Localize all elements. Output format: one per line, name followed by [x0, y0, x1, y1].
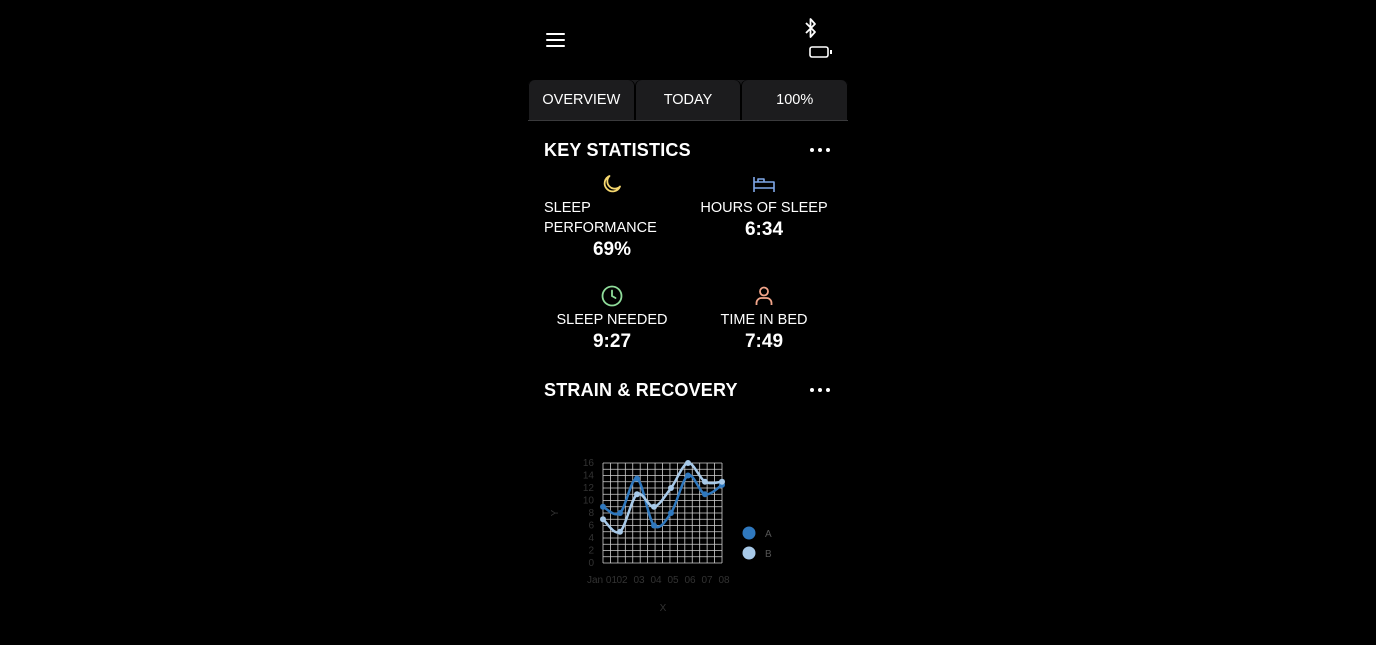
x-tick-label: Jan 01 — [587, 575, 617, 586]
y-tick-label: 6 — [588, 521, 594, 532]
stat-label-line2: PERFORMANCE — [544, 220, 657, 236]
data-point-B — [668, 485, 674, 491]
y-axis-label: Y — [550, 509, 561, 516]
y-tick-label: 0 — [588, 558, 594, 569]
line-chart: 0246810121416Jan 01 02 03 04 05 06 07 08XYAB — [550, 458, 772, 614]
tab-today[interactable]: TODAY — [634, 80, 742, 120]
y-tick-label: 2 — [588, 546, 594, 557]
x-tick-label: 05 — [667, 575, 679, 586]
clock-icon — [601, 285, 623, 307]
data-point-B — [600, 516, 606, 523]
x-axis-label: X — [660, 603, 667, 614]
strain-recovery-chart: 0 2 4 6 8 10 12 14 16 Jan 01 02 03 04 05 06 07 08 X Y A B — [528, 430, 848, 620]
stat-label: SLEEP NEEDED — [556, 312, 668, 328]
y-tick-label: 10 — [583, 496, 595, 507]
stat-value: 6:34 — [744, 219, 784, 240]
data-point-A — [651, 522, 657, 529]
legend-marker-A — [742, 526, 756, 540]
data-point-A — [668, 510, 674, 516]
data-point-A — [702, 491, 708, 498]
stat-value: 9:27 — [592, 331, 632, 352]
stat-hours-of-sleep: HOURS OF SLEEP 6:34 — [689, 172, 839, 242]
key-statistics-title: KEY STATISTICS — [544, 140, 691, 160]
top-bar — [528, 0, 848, 78]
moon-icon — [603, 175, 621, 193]
x-tick-label: 07 — [701, 575, 713, 586]
bluetooth-icon[interactable] — [804, 16, 818, 40]
x-tick-label: 02 — [616, 575, 628, 586]
y-tick-label: 16 — [583, 458, 595, 469]
stat-label-line1: SLEEP — [544, 200, 591, 216]
tab-overview[interactable]: OVERVIEW — [528, 80, 635, 120]
y-tick-label: 12 — [583, 483, 595, 494]
strain-recovery-more-icon[interactable] — [810, 388, 830, 394]
data-point-A — [634, 475, 640, 482]
stat-label: TIME IN BED — [720, 312, 808, 328]
stat-sleep-needed: SLEEP NEEDED 9:27 — [537, 284, 687, 354]
x-tick-label: 06 — [684, 575, 696, 586]
y-tick-label: 8 — [588, 508, 594, 519]
stat-sleep-performance: SLEEP PERFORMANCE 69% — [537, 172, 687, 262]
stat-value: 69% — [592, 239, 632, 260]
x-tick-label: 03 — [633, 575, 645, 586]
user-icon — [755, 286, 773, 305]
x-tick-label: 08 — [718, 575, 730, 586]
legend-label-B: B — [765, 549, 772, 560]
strain-recovery-title: STRAIN & RECOVERY — [544, 380, 738, 400]
data-point-B — [719, 478, 725, 485]
data-point-A — [685, 472, 691, 479]
stat-value: 7:49 — [744, 331, 784, 352]
x-tick-label: 04 — [650, 575, 662, 586]
app-screen: OVERVIEW TODAY 100% KEY STATISTICS SLEEP… — [528, 0, 849, 645]
legend-marker-B — [742, 546, 756, 560]
data-point-B — [702, 478, 708, 485]
stat-label: HOURS OF SLEEP — [700, 200, 828, 216]
stat-time-in-bed: TIME IN BED 7:49 — [689, 284, 839, 354]
data-point-A — [600, 503, 606, 510]
tab-bar: OVERVIEW TODAY 100% — [528, 80, 849, 121]
key-statistics-more-icon[interactable] — [810, 148, 830, 154]
hamburger-menu-icon[interactable] — [546, 31, 566, 49]
y-tick-label: 4 — [588, 533, 594, 544]
data-point-B — [651, 503, 657, 510]
data-point-B — [634, 491, 640, 498]
bed-icon — [753, 177, 775, 192]
tab-battery-percentage[interactable]: 100% — [741, 80, 849, 120]
y-tick-label: 14 — [583, 471, 595, 482]
data-point-B — [685, 460, 691, 466]
battery-icon — [809, 46, 832, 58]
data-point-B — [617, 528, 623, 535]
data-point-A — [617, 510, 623, 516]
legend-label-A: A — [765, 529, 772, 540]
